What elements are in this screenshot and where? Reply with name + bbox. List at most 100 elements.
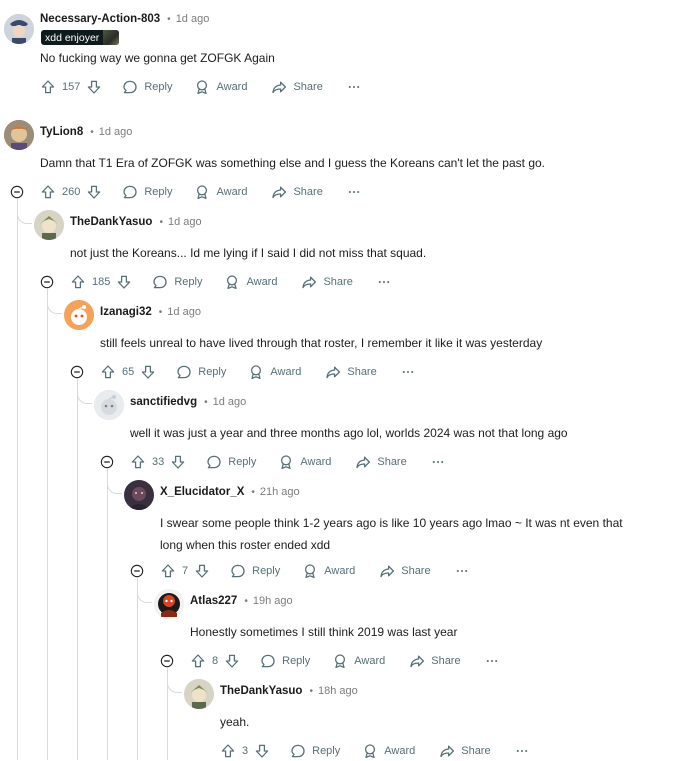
more-options-button[interactable] — [455, 564, 469, 578]
more-options-button[interactable] — [431, 455, 445, 469]
reply-button[interactable]: Reply — [206, 454, 256, 470]
more-options-icon — [431, 455, 445, 469]
avatar[interactable] — [184, 679, 214, 709]
upvote-button[interactable] — [130, 454, 146, 470]
award-button[interactable]: Award — [224, 274, 277, 290]
downvote-button[interactable] — [86, 184, 102, 200]
separator-dot: • — [159, 216, 163, 228]
comment-author[interactable]: TheDankYasuo — [220, 685, 302, 697]
more-options-button[interactable] — [485, 654, 499, 668]
award-button[interactable]: Award — [194, 79, 247, 95]
downvote-button[interactable] — [86, 79, 102, 95]
reply-button[interactable]: Reply — [176, 364, 226, 380]
upvote-button[interactable] — [160, 563, 176, 579]
collapse-minus-icon[interactable] — [70, 365, 84, 379]
avatar[interactable] — [4, 14, 34, 44]
vote-count: 7 — [182, 565, 189, 577]
comment-age[interactable]: 1d ago — [213, 396, 247, 408]
award-button[interactable]: Award — [332, 653, 385, 669]
comment-age[interactable]: 1d ago — [176, 13, 210, 25]
award-button[interactable]: Award — [362, 743, 415, 759]
separator-dot: • — [244, 595, 248, 607]
reply-button[interactable]: Reply — [122, 79, 172, 95]
avatar[interactable] — [4, 120, 34, 150]
more-options-icon — [347, 185, 361, 199]
collapse-minus-icon[interactable] — [40, 275, 54, 289]
collapse-minus-icon[interactable] — [100, 455, 114, 469]
comment-author[interactable]: X_Elucidator_X — [160, 486, 244, 498]
award-icon — [194, 184, 210, 200]
more-options-icon — [515, 744, 529, 758]
avatar[interactable] — [154, 589, 184, 619]
upvote-button[interactable] — [100, 364, 116, 380]
upvote-button[interactable] — [40, 184, 56, 200]
vote-count: 185 — [92, 276, 111, 288]
downvote-button[interactable] — [254, 743, 270, 759]
comment-author[interactable]: TheDankYasuo — [70, 216, 152, 228]
downvote-icon — [224, 653, 240, 669]
downvote-button[interactable] — [194, 563, 210, 579]
more-options-button[interactable] — [515, 744, 529, 758]
share-button[interactable]: Share — [409, 653, 461, 669]
avatar[interactable] — [64, 300, 94, 330]
more-options-button[interactable] — [377, 275, 391, 289]
share-button[interactable]: Share — [379, 563, 431, 579]
comment-author[interactable]: Izanagi32 — [100, 306, 152, 318]
share-button[interactable]: Share — [301, 274, 353, 290]
award-button[interactable]: Award — [194, 184, 247, 200]
comment-actions: 65 Reply Award Share — [100, 362, 415, 382]
comment-body: not just the Koreans... Id me lying if I… — [70, 246, 427, 260]
comment-age[interactable]: 18h ago — [318, 685, 358, 697]
comment-author[interactable]: Necessary-Action-803 — [40, 13, 160, 25]
downvote-button[interactable] — [140, 364, 156, 380]
downvote-button[interactable] — [224, 653, 240, 669]
reply-button[interactable]: Reply — [260, 653, 310, 669]
award-button[interactable]: Award — [302, 563, 355, 579]
comment-author[interactable]: sanctifiedvg — [130, 396, 197, 408]
reply-button[interactable]: Reply — [290, 743, 340, 759]
more-options-button[interactable] — [401, 365, 415, 379]
downvote-icon — [86, 79, 102, 95]
share-button[interactable]: Share — [325, 364, 377, 380]
award-button[interactable]: Award — [278, 454, 331, 470]
share-button[interactable]: Share — [271, 79, 323, 95]
collapse-minus-icon[interactable] — [10, 185, 24, 199]
share-arrow-icon — [325, 364, 341, 380]
comment-age[interactable]: 1d ago — [99, 126, 133, 138]
downvote-button[interactable] — [116, 274, 132, 290]
comment-author[interactable]: Atlas227 — [190, 595, 237, 607]
collapse-minus-icon[interactable] — [130, 564, 144, 578]
comment-age[interactable]: 1d ago — [167, 306, 201, 318]
vote-count: 3 — [242, 745, 249, 757]
comment-meta: TheDankYasuo • 18h ago — [220, 685, 358, 697]
reply-button[interactable]: Reply — [230, 563, 280, 579]
avatar[interactable] — [124, 480, 154, 510]
award-icon — [302, 563, 318, 579]
upvote-button[interactable] — [220, 743, 236, 759]
share-button[interactable]: Share — [439, 743, 491, 759]
share-arrow-icon — [271, 184, 287, 200]
comment-age[interactable]: 19h ago — [253, 595, 293, 607]
downvote-button[interactable] — [170, 454, 186, 470]
upvote-button[interactable] — [190, 653, 206, 669]
more-options-button[interactable] — [347, 185, 361, 199]
share-arrow-icon — [271, 79, 287, 95]
reply-button[interactable]: Reply — [122, 184, 172, 200]
comment-age[interactable]: 21h ago — [260, 486, 300, 498]
collapse-minus-icon[interactable] — [160, 654, 174, 668]
award-button[interactable]: Award — [248, 364, 301, 380]
comment-actions: 7 Reply Award Share — [160, 561, 469, 581]
thread-hook — [107, 477, 122, 494]
comment-age[interactable]: 1d ago — [168, 216, 202, 228]
share-button[interactable]: Share — [355, 454, 407, 470]
upvote-button[interactable] — [40, 79, 56, 95]
reply-bubble-icon — [230, 563, 246, 579]
more-options-icon — [347, 80, 361, 94]
avatar[interactable] — [94, 390, 124, 420]
avatar[interactable] — [34, 210, 64, 240]
reply-button[interactable]: Reply — [152, 274, 202, 290]
comment-author[interactable]: TyLion8 — [40, 126, 83, 138]
more-options-button[interactable] — [347, 80, 361, 94]
share-button[interactable]: Share — [271, 184, 323, 200]
upvote-button[interactable] — [70, 274, 86, 290]
